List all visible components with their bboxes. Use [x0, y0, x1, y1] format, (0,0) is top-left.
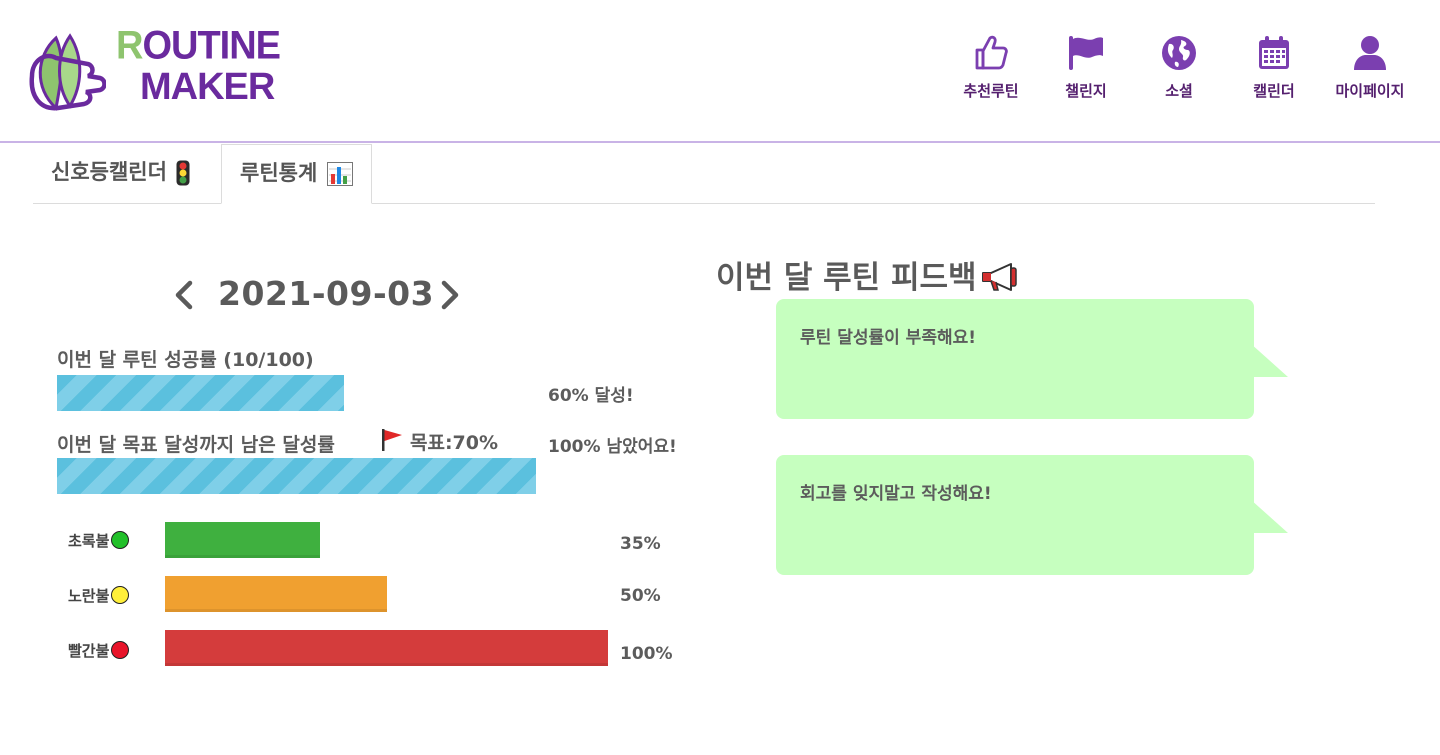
current-date: 2021-09-03 [218, 274, 435, 313]
red-light-percent: 100% [620, 644, 673, 664]
leaf-hand-icon [29, 33, 106, 111]
red-light-bar [165, 630, 608, 666]
remaining-rate-bar [57, 458, 536, 494]
site-header: ROUTINE MAKER 추천루틴 챌린지 소셜 캘린더 마이페이지 [0, 0, 1440, 143]
success-rate-bar [57, 375, 344, 411]
megaphone-icon [981, 263, 1017, 291]
nav-calendar[interactable]: 캘린더 [1229, 34, 1319, 101]
success-rate-text: 60% 달성! [548, 386, 634, 406]
globe-icon [1162, 36, 1196, 70]
bar-chart-icon [326, 162, 353, 186]
flag-icon [1069, 36, 1103, 70]
tab-bar: 신호등캘린더 루틴통계 [33, 144, 1375, 204]
green-circle-icon [111, 531, 130, 549]
chevron-right-icon[interactable] [436, 280, 462, 310]
yellow-circle-icon [111, 586, 130, 604]
yellow-light-label: 노란불 [68, 585, 130, 606]
traffic-light-icon [176, 160, 190, 186]
red-circle-icon [111, 641, 130, 659]
green-light-percent: 35% [620, 534, 661, 554]
feedback-bubble: 루틴 달성률이 부족해요! [776, 299, 1288, 419]
calendar-icon [1259, 36, 1289, 69]
yellow-light-percent: 50% [620, 586, 661, 606]
nav-challenge[interactable]: 챌린지 [1041, 34, 1131, 101]
logo-line-2: MAKER [140, 66, 275, 108]
routine-maker-logo[interactable]: ROUTINE MAKER [26, 25, 281, 118]
success-rate-label: 이번 달 루틴 성공률 (10/100) [57, 349, 314, 371]
remaining-rate-text: 100% 남았어요! [548, 437, 677, 457]
feedback-bubble: 회고를 잊지말고 작성해요! [776, 455, 1288, 575]
thumbs-up-icon [975, 35, 1008, 70]
yellow-light-bar [165, 576, 387, 612]
tab-routine-stats[interactable]: 루틴통계 [221, 144, 372, 204]
feedback-message: 루틴 달성률이 부족해요! [800, 328, 976, 348]
chevron-left-icon[interactable] [172, 280, 198, 310]
green-light-label: 초록불 [68, 530, 130, 551]
feedback-message: 회고를 잊지말고 작성해요! [800, 484, 992, 504]
tab-traffic-light-calendar[interactable]: 신호등캘린더 [33, 144, 208, 204]
nav-my-page[interactable]: 마이페이지 [1325, 34, 1415, 101]
user-icon [1354, 36, 1386, 70]
red-flag-icon [382, 429, 402, 451]
logo-line-1: ROUTINE [116, 23, 281, 69]
goal-indicator: 목표:70% [380, 428, 498, 455]
remaining-rate-label: 이번 달 목표 달성까지 남은 달성률 [57, 434, 335, 456]
red-light-label: 빨간불 [68, 640, 130, 661]
green-light-bar [165, 522, 320, 558]
nav-recommended-routine[interactable]: 추천루틴 [946, 34, 1036, 101]
feedback-title: 이번 달 루틴 피드백 [716, 252, 1019, 297]
nav-social[interactable]: 소셜 [1134, 34, 1224, 101]
